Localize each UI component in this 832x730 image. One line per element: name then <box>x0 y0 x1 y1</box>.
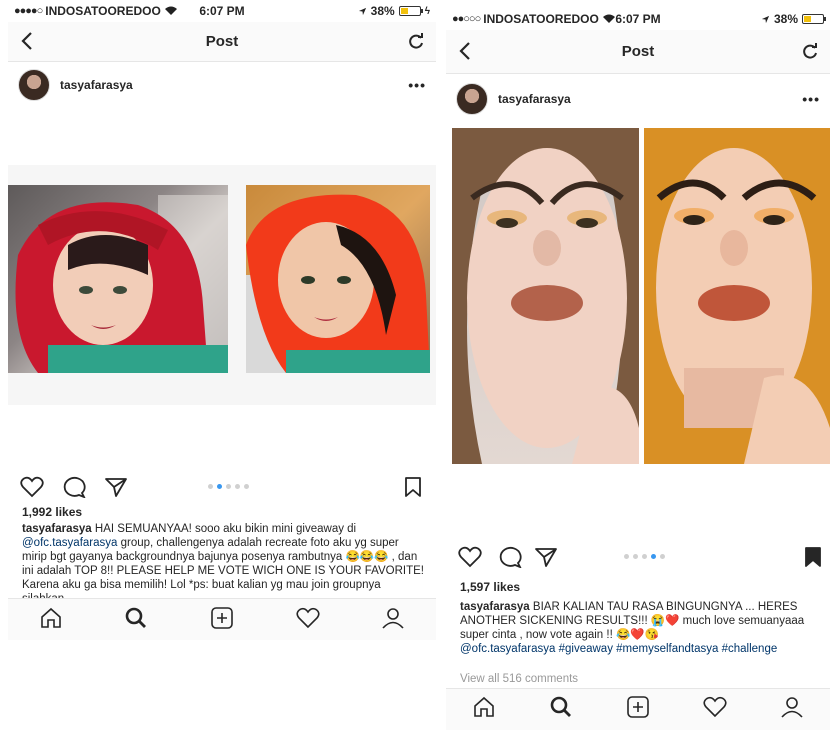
caption: tasyafarasya BIAR KALIAN TAU RASA BINGUN… <box>460 600 824 662</box>
left-phone-screen: ●●●●○ INDOSATOOREDOO 6:07 PM 38% ϟ Post … <box>8 0 436 640</box>
refresh-button[interactable] <box>406 31 426 56</box>
add-post-icon <box>211 607 233 629</box>
status-bar: ●●○○○ INDOSATOOREDOO 6:07 PM 38% <box>446 8 830 30</box>
right-phone-screen: ●●○○○ INDOSATOOREDOO 6:07 PM 38% Post ta… <box>446 8 830 730</box>
carrier-label: INDOSATOOREDOO <box>483 12 599 26</box>
avatar[interactable] <box>18 69 50 101</box>
tab-activity[interactable] <box>703 696 727 723</box>
bookmark-icon <box>405 477 421 497</box>
caption-username[interactable]: tasyafarasya <box>22 523 92 535</box>
wifi-icon <box>602 14 615 23</box>
portrait-illustration <box>246 194 430 373</box>
comment-icon <box>499 547 522 569</box>
caption-text-1: HAI SEMUANYAA! sooo aku bikin mini givea… <box>94 523 357 535</box>
back-button[interactable] <box>458 41 472 66</box>
status-bar: ●●●●○ INDOSATOOREDOO 6:07 PM 38% ϟ <box>8 0 436 22</box>
chevron-left-icon <box>21 32 32 50</box>
share-button[interactable] <box>104 476 128 503</box>
tab-home[interactable] <box>39 607 63 634</box>
comment-icon <box>63 477 86 499</box>
tab-home[interactable] <box>472 696 496 723</box>
save-button[interactable] <box>404 476 422 503</box>
carrier-label: INDOSATOOREDOO <box>45 4 161 18</box>
location-icon <box>761 15 770 23</box>
view-all-comments-link[interactable]: View all 516 comments <box>460 673 578 685</box>
page-title: Post <box>205 33 239 50</box>
tab-add[interactable] <box>626 696 650 723</box>
tab-activity[interactable] <box>296 607 320 634</box>
page-title: Post <box>621 43 655 60</box>
nav-bar: Post <box>446 30 830 74</box>
post-image[interactable] <box>446 128 830 464</box>
home-icon <box>40 607 61 628</box>
signal-icon: ●●●●○ <box>14 5 43 17</box>
charging-icon: ϟ <box>424 5 430 17</box>
more-options-button[interactable]: ••• <box>408 77 426 93</box>
post-image[interactable] <box>8 165 436 405</box>
heart-icon <box>20 476 44 498</box>
tab-bar <box>8 598 436 640</box>
action-bar <box>446 542 830 572</box>
refresh-icon <box>803 43 817 59</box>
refresh-button[interactable] <box>800 41 820 66</box>
tab-bar <box>446 688 830 730</box>
collage-photo-left <box>8 185 228 373</box>
wifi-icon <box>164 6 177 15</box>
post-header: tasyafarasya ••• <box>8 62 436 108</box>
portrait-illustration <box>452 128 639 464</box>
search-icon <box>550 696 572 717</box>
username[interactable]: tasyafarasya <box>60 78 133 92</box>
action-bar <box>8 472 436 502</box>
nav-bar: Post <box>8 22 436 62</box>
home-icon <box>474 696 495 717</box>
tab-search[interactable] <box>124 607 148 634</box>
profile-icon <box>382 608 404 629</box>
caption-mention[interactable]: @ofc.tasyafarasya <box>22 537 117 549</box>
tab-add[interactable] <box>210 607 234 634</box>
back-button[interactable] <box>20 31 34 56</box>
add-post-icon <box>627 696 649 718</box>
chevron-left-icon <box>459 42 470 60</box>
carousel-indicator <box>208 484 249 489</box>
caption-tags[interactable]: @ofc.tasyafarasya #giveaway #memyselfand… <box>460 643 777 655</box>
like-button[interactable] <box>20 476 44 503</box>
comment-button[interactable] <box>62 476 86 503</box>
battery-percent: 38% <box>370 4 395 18</box>
tab-profile[interactable] <box>381 607 405 634</box>
avatar[interactable] <box>456 83 488 115</box>
caption-username[interactable]: tasyafarasya <box>460 601 530 613</box>
refresh-icon <box>409 33 423 49</box>
more-options-button[interactable]: ••• <box>802 91 820 107</box>
paper-plane-icon <box>105 478 127 497</box>
location-icon <box>358 7 366 15</box>
paper-plane-icon <box>535 548 557 567</box>
post-header: tasyafarasya ••• <box>446 76 830 122</box>
heart-icon <box>703 696 727 718</box>
portrait-illustration <box>15 195 228 373</box>
battery-icon <box>398 6 423 16</box>
search-icon <box>126 607 147 628</box>
likes-count[interactable]: 1,992 likes <box>22 505 82 519</box>
heart-icon <box>458 546 482 568</box>
comment-button[interactable] <box>498 546 522 573</box>
bookmark-filled-icon <box>805 547 821 567</box>
portrait-illustration <box>644 128 830 464</box>
battery-icon <box>802 14 826 24</box>
profile-icon <box>780 697 803 718</box>
tab-profile[interactable] <box>780 696 804 723</box>
username[interactable]: tasyafarasya <box>498 92 571 106</box>
saved-button[interactable] <box>804 546 822 573</box>
like-button[interactable] <box>458 546 482 573</box>
collage-photo-right <box>644 128 830 464</box>
tab-search[interactable] <box>549 696 573 723</box>
caption: tasyafarasya HAI SEMUANYAA! sooo aku bik… <box>22 522 424 598</box>
carousel-indicator <box>624 554 665 559</box>
heart-icon <box>296 607 320 629</box>
share-button[interactable] <box>534 546 558 573</box>
collage-photo-left <box>452 128 639 464</box>
battery-percent: 38% <box>773 12 798 26</box>
signal-icon: ●●○○○ <box>452 13 481 25</box>
collage-photo-right <box>246 185 430 373</box>
likes-count[interactable]: 1,597 likes <box>460 580 520 594</box>
